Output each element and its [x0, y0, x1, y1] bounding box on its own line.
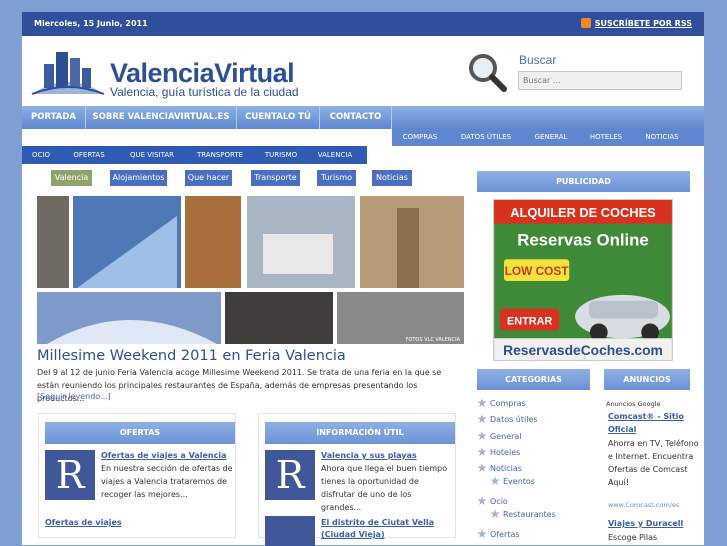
rss-label: SUSCRÍBETE POR RSS — [594, 18, 692, 28]
category-compras[interactable]: Compras — [477, 398, 526, 408]
nav-transporte[interactable]: TRANSPORTE — [186, 146, 254, 164]
category-ofertas[interactable]: Ofertas — [477, 529, 520, 539]
nav-valencia[interactable]: VALENCIA — [308, 146, 362, 164]
nav-contacto[interactable]: CONTACTO — [320, 106, 392, 129]
star-icon — [477, 431, 487, 441]
ofertas-item-text: En nuestra sección de ofertas de viajes … — [101, 464, 233, 499]
nav-ocio[interactable]: OCIO — [22, 146, 60, 164]
ofertas-thumbnail[interactable]: R — [45, 450, 95, 500]
rss-subscribe-link[interactable]: SUSCRÍBETE POR RSS — [580, 18, 692, 28]
category-eventos[interactable]: Eventos — [490, 476, 535, 486]
main-nav: PORTADA SOBRE VALENCIAVIRTUAL.ES CUENTAL… — [22, 106, 704, 129]
tag-valencia[interactable]: Valencia — [51, 170, 92, 186]
star-icon — [477, 398, 487, 408]
ad-enter-button[interactable]: ENTRAR — [507, 315, 552, 327]
nav-ofertas[interactable]: OFERTAS — [60, 146, 118, 164]
category-ocio[interactable]: Ocio — [477, 496, 508, 506]
site-subtitle: Valencia, guía turística de la ciudad — [110, 85, 299, 99]
tag-transporte[interactable]: Transporte — [251, 170, 300, 186]
logo-buildings-icon[interactable] — [30, 42, 106, 100]
nav-portada[interactable]: PORTADA — [22, 106, 86, 129]
tag-alojamientos[interactable]: Alojamientos — [110, 170, 167, 186]
photo-caption: FOTOS VLC VALENCIA — [406, 337, 461, 343]
category-label: Restaurantes — [503, 509, 556, 519]
ad-site: ReservasdeCoches.com — [503, 342, 663, 358]
star-icon — [490, 476, 500, 486]
info-thumbnail-1[interactable]: R — [265, 450, 315, 500]
search-input[interactable] — [518, 71, 682, 90]
info-item-title-2[interactable]: El distrito de Ciutat Vella (Ciudad Viej… — [321, 517, 453, 541]
nav-compras[interactable]: COMPRAS — [392, 129, 448, 146]
star-icon — [490, 509, 500, 519]
category-label: General — [490, 431, 522, 441]
ofertas-item-title[interactable]: Ofertas de viajes a Valencia — [101, 451, 227, 460]
car-rental-ad[interactable]: ALQUILER DE COCHES Reservas Online LOW C… — [493, 199, 673, 361]
category-label: Ocio — [490, 496, 508, 506]
category-nav: OCIO OFERTAS QUE VISITAR TRANSPORTE TURI… — [22, 146, 367, 164]
tag-que-hacer[interactable]: Que hacer — [185, 170, 232, 186]
rss-icon — [580, 18, 591, 28]
category-hoteles[interactable]: Hoteles — [477, 447, 520, 457]
ad2-text: Escoge Pilas — [608, 533, 658, 542]
star-icon — [477, 496, 487, 506]
star-icon — [477, 447, 487, 457]
category-label: Eventos — [503, 476, 535, 486]
category-restaurantes[interactable]: Restaurantes — [490, 509, 556, 519]
photo-collage[interactable]: FOTOS VLC VALENCIA — [37, 196, 464, 344]
ad1-title[interactable]: Comcast® - Sitio Oficial — [608, 410, 698, 436]
search-label: Buscar — [519, 53, 557, 67]
nav-general[interactable]: GENERAL — [524, 129, 578, 146]
nav-datos-utiles[interactable]: DATOS ÚTILES — [448, 129, 524, 146]
info-util-box: INFORMACIÓN ÚTIL R Valencia y sus playas… — [258, 413, 456, 546]
star-icon — [477, 414, 487, 424]
info-util-heading: INFORMACIÓN ÚTIL — [265, 422, 455, 444]
nav-noticias[interactable]: NOTICIAS — [634, 129, 690, 146]
top-bar: Miercoles, 15 Junio, 2011 SUSCRÍBETE POR… — [22, 12, 704, 36]
category-label: Datos útiles — [490, 414, 538, 424]
ad-line1: ALQUILER DE COCHES — [510, 205, 656, 220]
info-item-text-1: Ahora que llega el buen tiempo tienes la… — [321, 464, 448, 512]
star-icon — [477, 529, 487, 539]
article-title[interactable]: Millesime Weekend 2011 en Feria Valencia — [37, 348, 346, 364]
categorias-heading: CATEGORIAS — [477, 369, 590, 390]
publicidad-heading: PUBLICIDAD — [477, 171, 690, 192]
info-thumbnail-2[interactable] — [265, 516, 315, 546]
page: ValenciaVirtual Valencia, guía turística… — [22, 36, 704, 546]
nav-hoteles[interactable]: HOTELES — [578, 129, 634, 146]
secondary-nav: COMPRAS DATOS ÚTILES GENERAL HOTELES NOT… — [392, 129, 704, 146]
category-label: Hoteles — [490, 447, 521, 457]
category-datos-utiles[interactable]: Datos útiles — [477, 414, 538, 424]
magnifier-icon — [469, 54, 507, 92]
nav-cuentalo[interactable]: CUENTALO TÚ — [237, 106, 320, 129]
info-item-title-1[interactable]: Valencia y sus playas — [321, 451, 417, 460]
category-label: Noticias — [490, 463, 522, 473]
star-icon — [477, 463, 487, 473]
nav-turismo[interactable]: TURISMO — [254, 146, 308, 164]
read-more-link[interactable]: [Seguir leyendo...] — [37, 392, 111, 401]
anuncios-heading: ANUNCIOS — [604, 369, 690, 390]
tag-turismo[interactable]: Turismo — [317, 170, 356, 186]
ad-line2: Reservas Online — [517, 230, 649, 249]
nav-que-visitar[interactable]: QUE VISITAR — [118, 146, 186, 164]
ofertas-heading: OFERTAS — [45, 422, 235, 444]
ad2-title[interactable]: Viajes y Duracell — [608, 517, 683, 530]
ad-line3: LOW COST — [505, 264, 570, 278]
tag-noticias[interactable]: Noticias — [372, 170, 412, 186]
nav-sobre[interactable]: SOBRE VALENCIAVIRTUAL.ES — [86, 106, 237, 129]
ofertas-footer-link[interactable]: Ofertas de viajes — [45, 518, 122, 527]
category-general[interactable]: General — [477, 431, 522, 441]
ad1-text: Ahorra en TV, Teléfono e Internet. Encue… — [608, 439, 699, 487]
ofertas-box: OFERTAS R Ofertas de viajes a Valencia E… — [38, 413, 236, 538]
current-date: Miercoles, 15 Junio, 2011 — [34, 19, 148, 28]
category-noticias[interactable]: Noticias — [477, 463, 522, 473]
category-label: Ofertas — [490, 529, 520, 539]
category-label: Compras — [490, 398, 526, 408]
ad1-url[interactable]: www.Comcast.com/es — [608, 499, 679, 512]
